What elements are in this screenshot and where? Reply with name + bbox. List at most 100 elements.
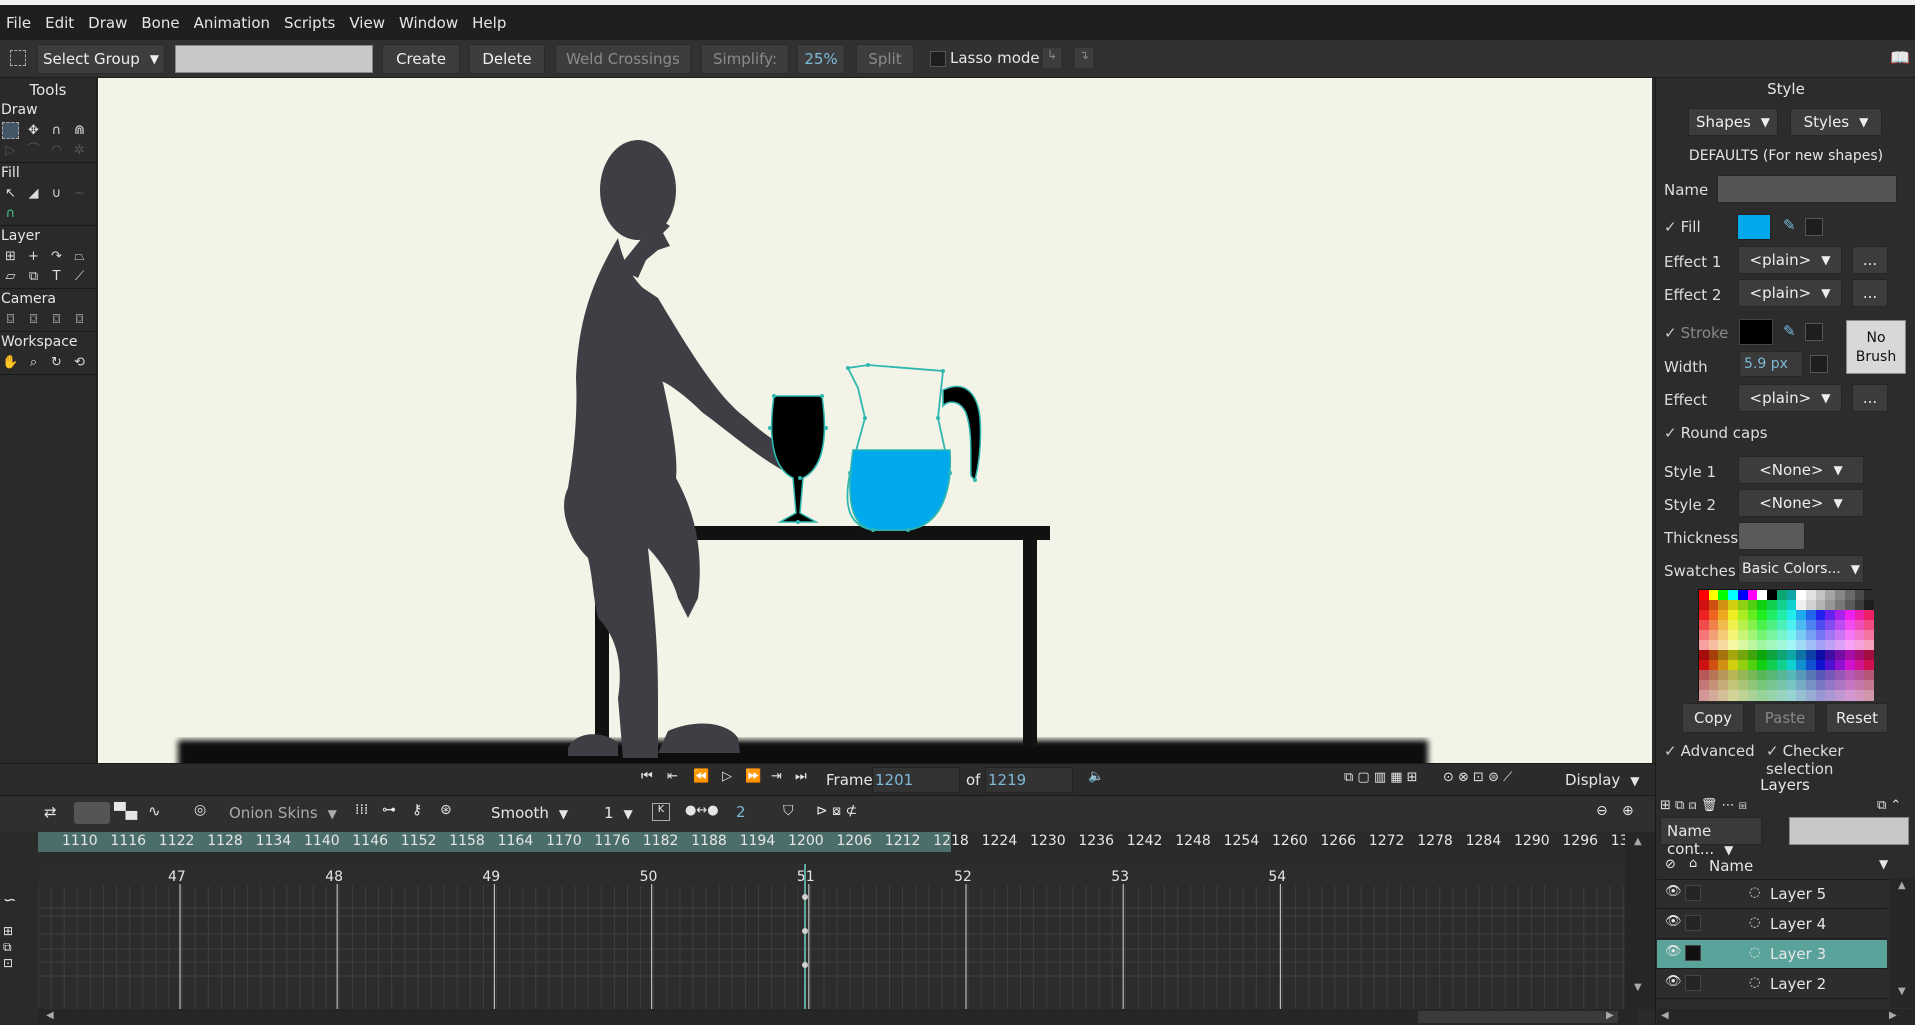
palette-swatch[interactable] — [1728, 640, 1739, 651]
palette-swatch[interactable] — [1708, 630, 1719, 641]
help-book-icon[interactable]: 📖 — [1890, 48, 1910, 67]
interpolation-number[interactable]: 1 — [604, 804, 633, 822]
select-shape-tool-icon[interactable]: ↖ — [2, 185, 19, 202]
stroke-eyedropper-icon[interactable]: ✎ — [1783, 322, 1796, 340]
frame-field[interactable]: 1201 — [872, 767, 960, 793]
scroll-left-icon[interactable]: ◀ — [46, 1010, 54, 1021]
palette-swatch[interactable] — [1708, 680, 1719, 691]
set-origin-icon[interactable]: + — [25, 248, 42, 265]
no-brush-button[interactable]: No Brush — [1846, 320, 1906, 374]
palette-swatch[interactable] — [1747, 590, 1758, 601]
visibility-icon[interactable]: 👁 — [1665, 974, 1682, 989]
scroll-up-icon[interactable]: ▲ — [1634, 836, 1642, 847]
text-tool-icon[interactable]: T — [48, 268, 65, 285]
audio-icon[interactable]: 🔈 — [1088, 769, 1104, 784]
palette-swatch[interactable] — [1757, 600, 1768, 611]
palette-swatch[interactable] — [1708, 600, 1719, 611]
effect2-dropdown[interactable]: <plain> — [1738, 279, 1842, 307]
create-button[interactable]: Create — [382, 44, 460, 74]
palette-swatch[interactable] — [1767, 610, 1778, 621]
paint-bucket-icon[interactable]: ∪ — [48, 185, 65, 202]
visibility-icon[interactable]: 👁 — [1665, 884, 1682, 899]
keyframe-icon[interactable]: K — [652, 803, 670, 821]
palette-swatch[interactable] — [1718, 590, 1729, 601]
fill-color-swatch[interactable] — [1737, 214, 1771, 240]
layer-row[interactable]: 👁 ◌ Layer 4 — [1657, 910, 1887, 939]
palette-swatch[interactable] — [1757, 670, 1768, 681]
motion-graph-icon[interactable]: ∿ — [148, 802, 161, 820]
palette-swatch[interactable] — [1699, 660, 1710, 671]
palette-swatch[interactable] — [1747, 610, 1758, 621]
palette-swatch[interactable] — [1776, 640, 1787, 651]
palette-swatch[interactable] — [1815, 660, 1826, 671]
palette-swatch[interactable] — [1825, 650, 1836, 661]
palette-swatch[interactable] — [1728, 620, 1739, 631]
palette-swatch[interactable] — [1835, 620, 1846, 631]
palette-swatch[interactable] — [1796, 690, 1807, 701]
palette-swatch[interactable] — [1786, 590, 1797, 601]
palette-swatch[interactable] — [1747, 680, 1758, 691]
palette-swatch[interactable] — [1747, 600, 1758, 611]
palette-swatch[interactable] — [1825, 680, 1836, 691]
select-group-dropdown[interactable]: Select Group — [37, 44, 165, 74]
menu-scripts[interactable]: Scripts — [284, 14, 335, 32]
layers-scroll-left-icon[interactable]: ◀ — [1661, 1010, 1669, 1021]
palette-swatch[interactable] — [1737, 690, 1749, 701]
last-frame-icon[interactable]: ⏭ — [795, 769, 807, 784]
palette-swatch[interactable] — [1737, 630, 1749, 641]
palette-swatch[interactable] — [1747, 620, 1758, 631]
effect-more-button[interactable]: ... — [1852, 384, 1888, 412]
palette-swatch[interactable] — [1844, 590, 1856, 601]
palette-swatch[interactable] — [1796, 660, 1807, 671]
effect-dropdown[interactable]: <plain> — [1738, 384, 1842, 412]
interpolation-dropdown[interactable]: Smooth — [477, 801, 583, 827]
palette-swatch[interactable] — [1796, 650, 1807, 661]
layer-row[interactable]: 👁 ◌ Layer 5 — [1657, 880, 1887, 909]
palette-swatch[interactable] — [1854, 650, 1865, 661]
palette-swatch[interactable] — [1864, 630, 1875, 641]
onion-skins-dropdown[interactable]: Onion Skins — [229, 804, 337, 822]
palette-swatch[interactable] — [1844, 640, 1856, 651]
layer-toolbar-icons[interactable]: ⊞ ⧉ ⧈ 🗑 ⋯ ⧆ — [1660, 798, 1747, 813]
palette-swatch[interactable] — [1805, 620, 1817, 631]
timeline-tracks[interactable]: 4748495051525354 — [38, 864, 1625, 1009]
palette-swatch[interactable] — [1747, 650, 1758, 661]
palette-swatch[interactable] — [1805, 600, 1817, 611]
fill-checkbox[interactable]: ✓ Fill — [1664, 218, 1701, 236]
palette-swatch[interactable] — [1825, 610, 1836, 621]
palette-swatch[interactable] — [1805, 610, 1817, 621]
layers-scroll-down-icon[interactable]: ▼ — [1898, 986, 1906, 997]
simplify-value-field[interactable]: 25% — [797, 44, 845, 74]
play-icon[interactable]: ▷ — [722, 769, 732, 784]
style2-dropdown[interactable]: <None> — [1738, 489, 1864, 517]
palette-swatch[interactable] — [1825, 620, 1836, 631]
draw-shape-icon[interactable]: ▷ — [2, 142, 19, 159]
layer-name[interactable]: Layer 5 — [1770, 885, 1826, 903]
palette-swatch[interactable] — [1718, 670, 1729, 681]
palette-swatch[interactable] — [1835, 650, 1846, 661]
palette-swatch[interactable] — [1844, 670, 1856, 681]
palette-swatch[interactable] — [1718, 620, 1729, 631]
palette-swatch[interactable] — [1767, 680, 1778, 691]
palette-swatch[interactable] — [1815, 690, 1826, 701]
color-palette[interactable] — [1698, 589, 1875, 701]
palette-swatch[interactable] — [1708, 640, 1719, 651]
palette-swatch[interactable] — [1786, 650, 1797, 661]
palette-swatch[interactable] — [1737, 610, 1749, 621]
palette-swatch[interactable] — [1737, 680, 1749, 691]
palette-swatch[interactable] — [1776, 600, 1787, 611]
palette-swatch[interactable] — [1864, 680, 1875, 691]
palette-swatch[interactable] — [1854, 620, 1865, 631]
palette-swatch[interactable] — [1757, 610, 1768, 621]
palette-swatch[interactable] — [1854, 670, 1865, 681]
timeline-tool-icons[interactable]: ⊳ ⧇ ⊄ — [816, 803, 857, 819]
palette-swatch[interactable] — [1776, 660, 1787, 671]
palette-swatch[interactable] — [1747, 630, 1758, 641]
scale-channel-icon[interactable]: ⧉ — [3, 940, 12, 955]
palette-swatch[interactable] — [1767, 650, 1778, 661]
total-frames-field[interactable]: 1219 — [985, 767, 1073, 793]
shapes-dropdown[interactable]: Shapes — [1688, 108, 1778, 136]
palette-swatch[interactable] — [1786, 620, 1797, 631]
eyedropper-icon[interactable]: ⟋ — [71, 268, 88, 285]
palette-swatch[interactable] — [1805, 660, 1817, 671]
